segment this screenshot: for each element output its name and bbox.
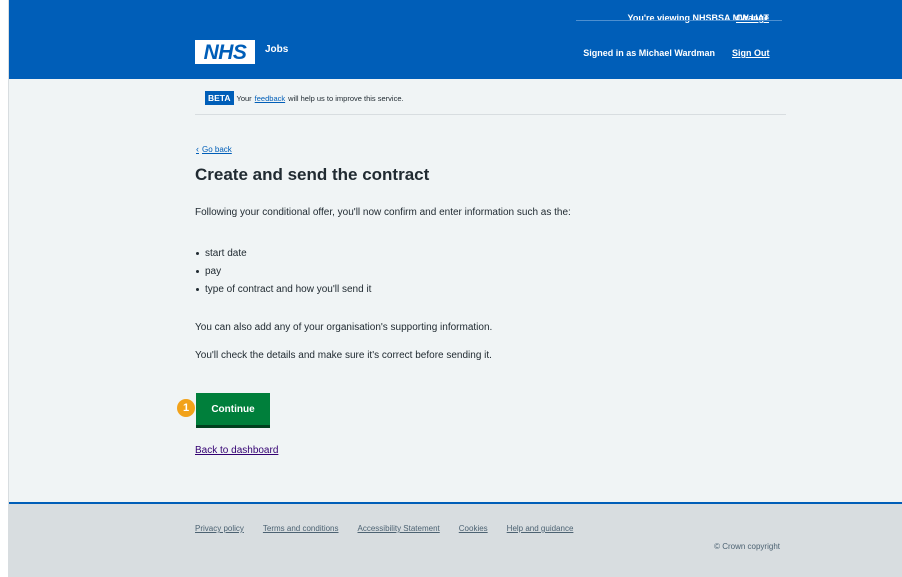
site-header: You're viewing NHSBSA MW UAT Change NHS … xyxy=(9,0,902,79)
cookies-link[interactable]: Cookies xyxy=(459,524,488,533)
service-name: Jobs xyxy=(265,44,289,55)
accessibility-link[interactable]: Accessibility Statement xyxy=(358,524,440,533)
signed-in-text: Signed in as Michael Wardman xyxy=(583,48,715,58)
go-back-label: Go back xyxy=(202,144,232,154)
sign-out-link[interactable]: Sign Out xyxy=(732,48,770,58)
info-list: start date pay type of contract and how … xyxy=(195,247,371,301)
page-title: Create and send the contract xyxy=(195,165,430,184)
viewing-prefix: You're viewing xyxy=(627,13,693,23)
beta-text-after: will help us to improve this service. xyxy=(288,93,404,103)
continue-button[interactable]: Continue xyxy=(196,393,270,425)
footer-links: Privacy policy Terms and conditions Acce… xyxy=(195,524,573,533)
check-details-paragraph: You'll check the details and make sure i… xyxy=(195,350,492,361)
chevron-left-icon: ‹ xyxy=(196,144,199,154)
page-frame: You're viewing NHSBSA MW UAT Change NHS … xyxy=(8,0,902,577)
nhs-logo-text: NHS xyxy=(203,40,247,64)
help-link[interactable]: Help and guidance xyxy=(507,524,574,533)
step-number-badge: 1 xyxy=(177,399,195,417)
nhs-logo[interactable]: NHS xyxy=(195,40,255,64)
list-item: type of contract and how you'll send it xyxy=(195,283,371,301)
header-divider xyxy=(576,20,782,21)
change-org-link[interactable]: Change xyxy=(736,13,769,23)
site-footer: Privacy policy Terms and conditions Acce… xyxy=(9,504,902,577)
list-item: start date xyxy=(195,247,371,265)
go-back-link[interactable]: ‹ Go back xyxy=(196,144,232,154)
privacy-policy-link[interactable]: Privacy policy xyxy=(195,524,244,533)
beta-divider xyxy=(195,114,786,115)
terms-link[interactable]: Terms and conditions xyxy=(263,524,339,533)
beta-banner: BETA Your feedback will help us to impro… xyxy=(205,91,404,105)
supporting-info-paragraph: You can also add any of your organisatio… xyxy=(195,322,493,333)
beta-text-before: Your xyxy=(236,93,252,103)
feedback-link[interactable]: feedback xyxy=(255,94,285,103)
copyright-text: © Crown copyright xyxy=(714,542,780,551)
beta-tag: BETA xyxy=(205,91,234,105)
lead-paragraph: Following your conditional offer, you'll… xyxy=(195,207,571,218)
list-item: pay xyxy=(195,265,371,283)
back-to-dashboard-link[interactable]: Back to dashboard xyxy=(195,445,278,456)
